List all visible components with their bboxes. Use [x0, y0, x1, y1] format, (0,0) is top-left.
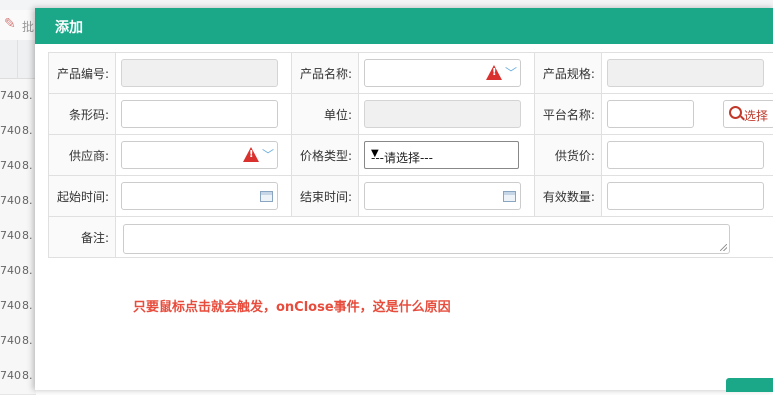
- chevron-down-icon[interactable]: ﹀: [505, 66, 517, 80]
- unit-input[interactable]: [364, 100, 521, 128]
- add-dialog: 添加 产品编号: 产品名称: ﹀ 产品规格: 条形码: 单: [35, 8, 773, 390]
- end-time-input[interactable]: [364, 182, 521, 210]
- cell: 740: [0, 299, 21, 312]
- supplier-label: 供应商:: [49, 135, 116, 176]
- valid-qty-label: 有效数量:: [534, 176, 601, 217]
- price-type-label: 价格类型:: [291, 135, 358, 176]
- barcode-cell: [116, 94, 292, 135]
- background-table-header: [0, 40, 36, 79]
- product-code-cell: [116, 53, 292, 94]
- question-note: 只要鼠标点击就会触发，onClose事件，这是什么原因: [133, 296, 451, 315]
- cell: 8.: [22, 264, 33, 277]
- unit-label: 单位:: [291, 94, 358, 135]
- cell: 8.: [22, 299, 33, 312]
- table-row[interactable]: 7408.: [0, 79, 36, 115]
- cell: 740: [0, 89, 21, 102]
- form-row: 供应商: ﹀ 价格类型: ---请选择--- ▼ 供货价:: [49, 135, 773, 176]
- start-time-cell: [116, 176, 292, 217]
- product-spec-cell: [601, 53, 773, 94]
- cell: 8.: [22, 334, 33, 347]
- product-spec-input[interactable]: [607, 59, 764, 87]
- cell: 740: [0, 229, 21, 242]
- price-type-select[interactable]: ---请选择--- ▼: [364, 141, 519, 169]
- resize-grip-icon[interactable]: [720, 244, 727, 251]
- product-spec-label: 产品规格:: [534, 53, 601, 94]
- start-time-input[interactable]: [121, 182, 278, 210]
- warning-icon: [486, 65, 502, 80]
- cell: 740: [0, 194, 21, 207]
- cell: 8.: [22, 89, 33, 102]
- remark-textarea[interactable]: [123, 224, 730, 254]
- table-row[interactable]: 7408.: [0, 184, 36, 220]
- platform-select-label: 选择: [744, 107, 768, 124]
- form-row: 条形码: 单位: 平台名称:: [49, 94, 773, 135]
- edit-icon[interactable]: ✎: [4, 17, 18, 31]
- table-row[interactable]: 7408.: [0, 289, 36, 325]
- supply-price-label: 供货价:: [534, 135, 601, 176]
- barcode-input[interactable]: [121, 100, 278, 128]
- remark-label: 备注:: [49, 217, 116, 258]
- platform-select-button[interactable]: 选择: [723, 100, 773, 128]
- calendar-icon[interactable]: [503, 191, 516, 202]
- cell: 8.: [22, 124, 33, 137]
- supplier-combo[interactable]: ﹀: [121, 141, 278, 169]
- form-row: 起始时间: 结束时间: 有效数量:: [49, 176, 773, 217]
- dropdown-arrow-icon: ▼: [371, 148, 512, 159]
- table-row[interactable]: 7408.: [0, 114, 36, 150]
- cell: 8.: [22, 159, 33, 172]
- supply-price-input[interactable]: [607, 141, 764, 169]
- valid-qty-input[interactable]: [607, 182, 764, 210]
- end-time-label: 结束时间:: [291, 176, 358, 217]
- product-code-label: 产品编号:: [49, 53, 116, 94]
- dialog-title[interactable]: 添加: [35, 8, 773, 44]
- table-row[interactable]: 7408.: [0, 149, 36, 185]
- product-name-label: 产品名称:: [291, 53, 358, 94]
- cell: 740: [0, 159, 21, 172]
- end-time-cell: [358, 176, 534, 217]
- table-row[interactable]: 7408.: [0, 219, 36, 255]
- cell: 740: [0, 264, 21, 277]
- unit-cell: [358, 94, 534, 135]
- chevron-down-icon[interactable]: ﹀: [262, 148, 274, 162]
- product-code-input[interactable]: [121, 59, 278, 87]
- platform-name-label: 平台名称:: [534, 94, 601, 135]
- cell: 8.: [22, 194, 33, 207]
- start-time-label: 起始时间:: [49, 176, 116, 217]
- supplier-cell: ﹀: [116, 135, 292, 176]
- warning-icon: [243, 147, 259, 162]
- form-row: 产品编号: 产品名称: ﹀ 产品规格:: [49, 53, 773, 94]
- cell: 740: [0, 124, 21, 137]
- supply-price-cell: [601, 135, 773, 176]
- batch-button-label[interactable]: 批: [22, 18, 34, 35]
- cell: 8.: [22, 369, 33, 382]
- platform-name-input[interactable]: [607, 100, 694, 128]
- price-type-cell: ---请选择--- ▼: [358, 135, 534, 176]
- cell: 740: [0, 369, 21, 382]
- calendar-icon[interactable]: [260, 191, 273, 202]
- table-row[interactable]: 7408.: [0, 324, 36, 360]
- search-icon: [729, 106, 742, 119]
- table-row[interactable]: 7408.: [0, 254, 36, 290]
- product-name-cell: ﹀: [358, 53, 534, 94]
- barcode-label: 条形码:: [49, 94, 116, 135]
- valid-qty-cell: [601, 176, 773, 217]
- cell: 740: [0, 334, 21, 347]
- cell: 8.: [22, 229, 33, 242]
- product-name-combo[interactable]: ﹀: [364, 59, 521, 87]
